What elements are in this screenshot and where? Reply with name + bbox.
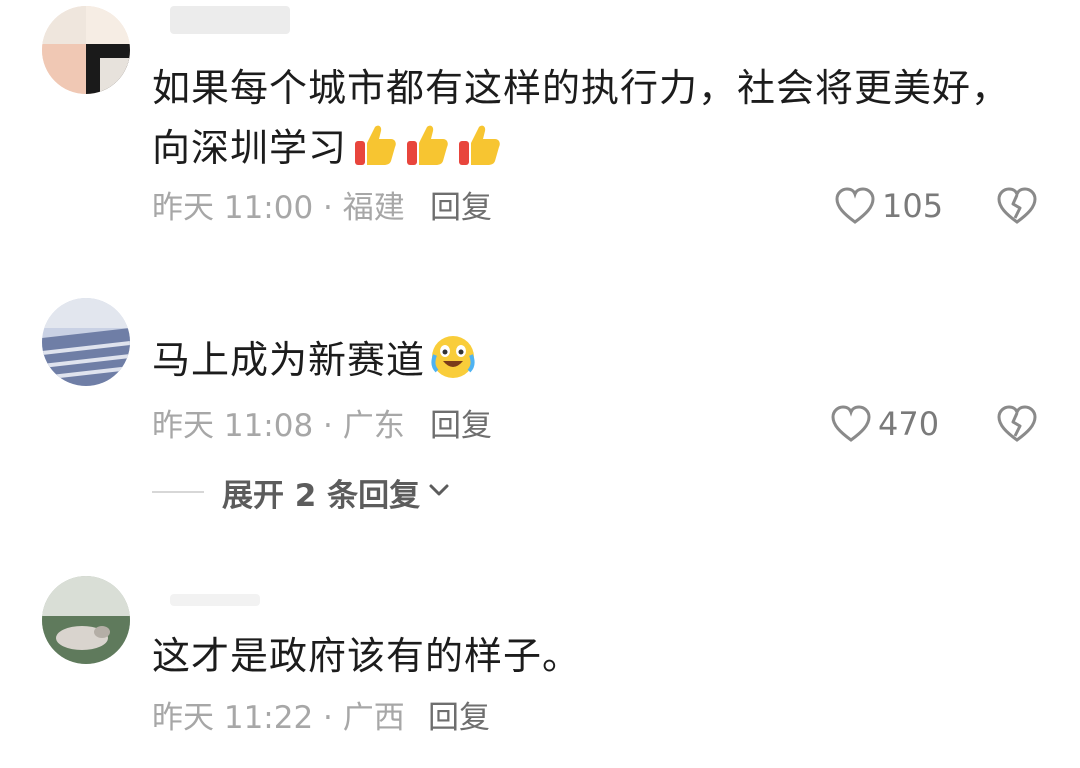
like-count: 105 [882, 187, 944, 225]
comment-item: 如果每个城市都有这样的执行力，社会将更美好，向深圳学习 昨天 11:00 · 福… [0, 0, 1080, 260]
comment-list: 如果每个城市都有这样的执行力，社会将更美好，向深圳学习 昨天 11:00 · 福… [0, 0, 1080, 768]
broken-heart-icon [996, 405, 1038, 448]
comment-text: 这才是政府该有的样子。 [152, 626, 1032, 686]
broken-heart-icon [996, 187, 1038, 230]
like-count: 470 [878, 405, 940, 443]
comment-text-content: 马上成为新赛道 [152, 338, 426, 382]
avatar[interactable] [42, 298, 130, 386]
like-button[interactable]: 105 [834, 186, 943, 226]
comment-item: 这才是政府该有的样子。 昨天 11:22 · 广西 回复 [0, 570, 1080, 768]
comment-text: 马上成为新赛道 [152, 330, 1032, 390]
reply-button[interactable]: 回复 [430, 188, 492, 228]
heart-icon [834, 186, 876, 226]
comment-meta: 昨天 11:22 · 广西 [152, 700, 405, 736]
avatar[interactable] [42, 576, 130, 664]
heart-icon [830, 404, 872, 444]
reply-button[interactable]: 回复 [430, 406, 492, 446]
avatar[interactable] [42, 6, 130, 94]
dislike-button[interactable] [996, 404, 1038, 448]
crying-laughing-icon [429, 333, 477, 381]
thumbs-up-icon [351, 121, 399, 169]
comment-item: 马上成为新赛道 昨天 11:08 · 广东 回复 470 展开 2 条回复 [0, 290, 1080, 530]
expand-replies-label: 展开 2 条回复 [222, 477, 421, 514]
thumbs-up-icon [403, 121, 451, 169]
dislike-button[interactable] [996, 186, 1038, 230]
comment-text: 如果每个城市都有这样的执行力，社会将更美好，向深圳学习 [152, 58, 1032, 178]
comment-text-content: 这才是政府该有的样子。 [152, 634, 582, 678]
username-redacted [170, 6, 290, 34]
thumbs-up-icon [455, 121, 503, 169]
username-redacted [170, 594, 260, 606]
reply-button[interactable]: 回复 [428, 698, 490, 738]
divider-line [152, 491, 204, 493]
comment-meta: 昨天 11:08 · 广东 [152, 408, 405, 444]
comment-text-content: 如果每个城市都有这样的执行力，社会将更美好，向深圳学习 [152, 66, 1011, 170]
expand-replies-button[interactable]: 展开 2 条回复 [152, 472, 450, 514]
comment-meta: 昨天 11:00 · 福建 [152, 190, 405, 226]
chevron-down-icon [428, 482, 450, 502]
like-button[interactable]: 470 [830, 404, 939, 444]
